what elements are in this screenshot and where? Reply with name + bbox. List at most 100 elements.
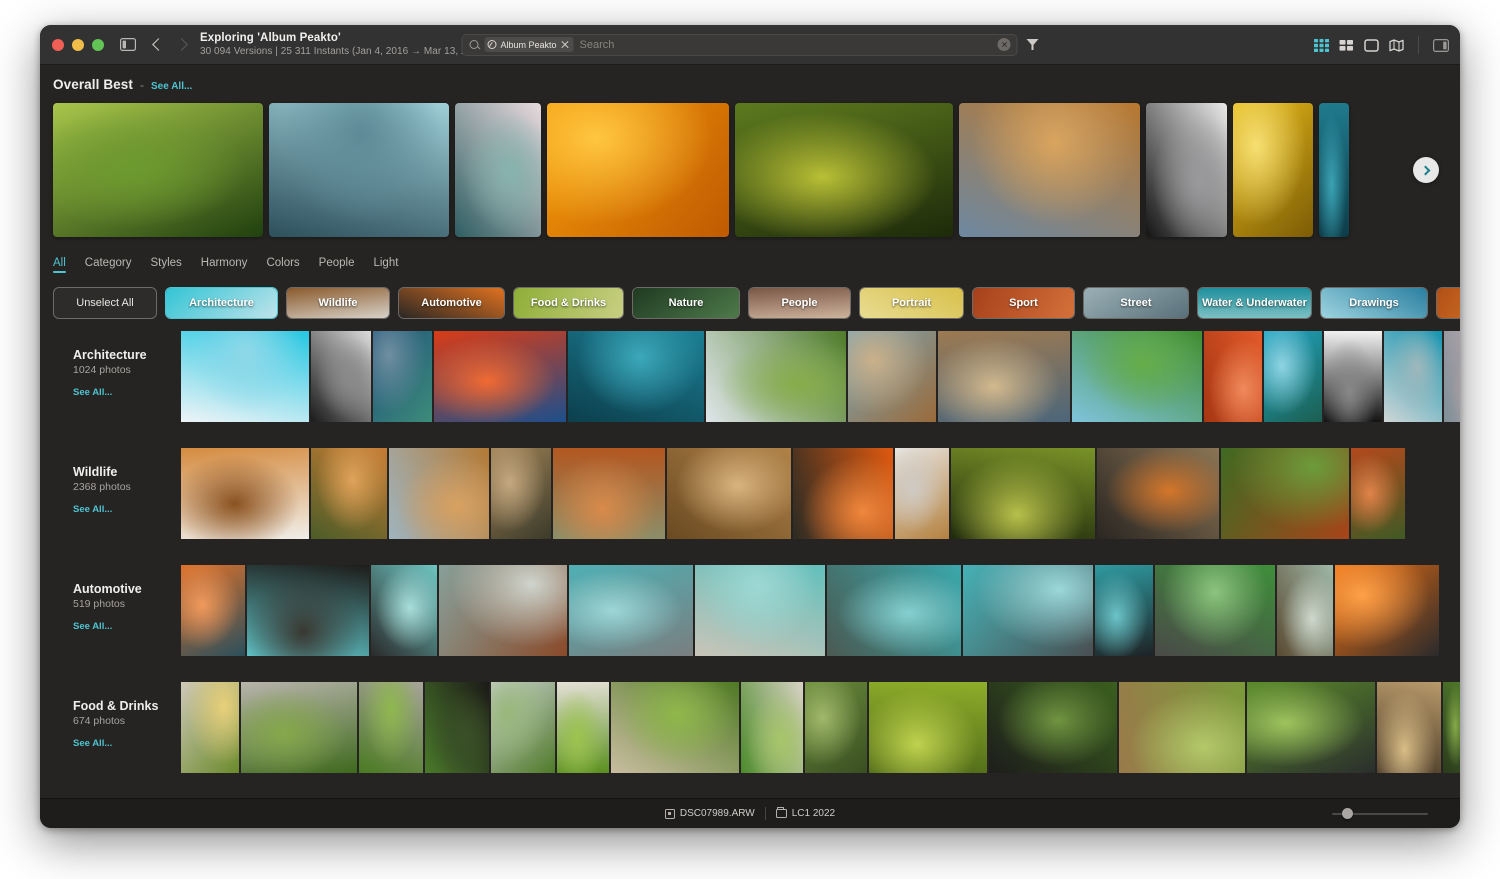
thumbnail-green-classic-car-garage[interactable] — [1155, 565, 1275, 656]
thumbnail-potatoes-in-net-bag[interactable] — [1377, 682, 1441, 773]
grid-large-icon[interactable] — [1339, 39, 1354, 52]
thumbnail-avocado-egg-toast[interactable] — [181, 682, 239, 773]
category-see-all-link[interactable]: See All... — [73, 387, 181, 398]
thumbnail-green-salad-bowl-table[interactable] — [241, 682, 357, 773]
thumbnail-cat-white-background[interactable] — [895, 448, 949, 539]
category-see-all-link[interactable]: See All... — [73, 504, 181, 515]
thumbnail-hand-seasoning-bowl[interactable] — [425, 682, 489, 773]
chip-food-drinks[interactable]: Food & Drinks — [513, 287, 624, 319]
thumbnail-size-slider[interactable] — [1332, 808, 1428, 820]
tab-all[interactable]: All — [53, 257, 66, 273]
thumbnail-bw-stacked-balconies[interactable] — [1324, 331, 1382, 422]
single-view-icon[interactable] — [1364, 39, 1379, 52]
category-thumbnail-strip[interactable] — [181, 682, 1460, 773]
overall-best-carousel[interactable] — [40, 100, 1460, 241]
thumbnail-turquoise-pickup-rear[interactable] — [827, 565, 961, 656]
category-thumbnail-strip[interactable] — [181, 331, 1460, 422]
search-input[interactable]: Album Peakto Search — [462, 34, 1018, 56]
remove-token-icon[interactable] — [561, 40, 570, 49]
chip-street[interactable]: Street — [1083, 287, 1189, 319]
chip-architecture[interactable]: Architecture — [165, 287, 278, 319]
clear-search-button[interactable] — [998, 38, 1011, 51]
thumbnail-red-fox-portrait[interactable] — [181, 448, 309, 539]
back-button[interactable] — [152, 38, 165, 51]
filter-icon[interactable] — [1027, 39, 1039, 50]
thumbnail-glass-pyramid-blue-sky[interactable] — [181, 331, 309, 422]
thumbnail-vintage-steering-wheel[interactable] — [1277, 565, 1333, 656]
chip-people[interactable]: People — [748, 287, 851, 319]
carousel-photo-starling-bird-branch[interactable] — [735, 103, 953, 237]
thumbnail-orange-vw-headlight[interactable] — [181, 565, 245, 656]
thumbnail-red-panda-bamboo[interactable] — [1221, 448, 1349, 539]
thumbnail-herbs-green[interactable] — [1443, 682, 1460, 773]
carousel-photo-dragonfly-on-yellow[interactable] — [1233, 103, 1313, 237]
thumbnail-classic-car-grille[interactable] — [963, 565, 1093, 656]
thumbnail-teal-car-hood-detail[interactable] — [371, 565, 437, 656]
minimize-window-button[interactable] — [72, 39, 84, 51]
category-see-all-link[interactable]: See All... — [73, 621, 181, 632]
chip-portrait[interactable]: Portrait — [859, 287, 964, 319]
carousel-photo-green-rolling-hills[interactable] — [53, 103, 263, 237]
carousel-photo-person-overlooking-lake[interactable] — [455, 103, 541, 237]
carousel-photo-toller-dog-portrait[interactable] — [959, 103, 1140, 237]
maximize-window-button[interactable] — [92, 39, 104, 51]
tab-colors[interactable]: Colors — [266, 257, 299, 273]
thumbnail-avocado-salad-spread[interactable] — [359, 682, 423, 773]
chip-automotive[interactable]: Automotive — [398, 287, 505, 319]
thumbnail-red-temple-gate[interactable] — [434, 331, 566, 422]
thumbnail-squirrel-autumn-leaves[interactable] — [667, 448, 791, 539]
thumbnail-orange-geometric-facade[interactable] — [1204, 331, 1262, 422]
carousel-photo-teal-building-edge[interactable] — [1319, 103, 1349, 237]
carousel-photo-mountain-lake-reflection[interactable] — [269, 103, 449, 237]
chip-wildlife[interactable]: Wildlife — [286, 287, 390, 319]
thumbnail-lime-mint-glass[interactable] — [741, 682, 803, 773]
sidebar-toggle-icon[interactable] — [120, 38, 136, 51]
chip-sport[interactable]: Sport — [972, 287, 1075, 319]
thumbnail-red-panda-tree[interactable] — [1351, 448, 1405, 539]
carousel-photo-white-staircase-architecture[interactable] — [1146, 103, 1227, 237]
thumbnail-broccoli-in-pan[interactable] — [989, 682, 1117, 773]
carousel-photo-orange-flower-macro[interactable] — [547, 103, 729, 237]
thumbnail-pagoda-blue-sky[interactable] — [1264, 331, 1322, 422]
thumbnail-toller-dog-wooden-wall[interactable] — [389, 448, 489, 539]
category-see-all-link[interactable]: See All... — [73, 738, 181, 749]
thumbnail-red-panda-branches[interactable] — [553, 448, 665, 539]
thumbnail-orange-bird-perched[interactable] — [793, 448, 893, 539]
slider-thumb[interactable] — [1342, 808, 1353, 819]
map-view-icon[interactable] — [1389, 39, 1404, 52]
thumbnail-asparagus-wooden-board[interactable] — [1119, 682, 1245, 773]
thumbnail-teal-car-dark-background[interactable] — [247, 565, 369, 656]
thumbnail-desert-sky-structure[interactable] — [848, 331, 936, 422]
thumbnail-teal-sports-coupe[interactable] — [1095, 565, 1153, 656]
chip-unselect-all[interactable]: Unselect All — [53, 287, 157, 319]
thumbnail-white-dome-teal-sky[interactable] — [1384, 331, 1442, 422]
thumbnail-green-facade-perspective[interactable] — [706, 331, 846, 422]
inspector-panel-icon[interactable] — [1433, 39, 1448, 52]
search-token-chip[interactable]: Album Peakto — [485, 37, 574, 52]
tab-light[interactable]: Light — [373, 257, 398, 273]
tab-harmony[interactable]: Harmony — [201, 257, 248, 273]
thumbnail-bird-yellow-branch[interactable] — [951, 448, 1095, 539]
tab-category[interactable]: Category — [85, 257, 132, 273]
tab-styles[interactable]: Styles — [150, 257, 181, 273]
grid-small-icon[interactable] — [1314, 39, 1329, 52]
thumbnail-historic-stone-building[interactable] — [938, 331, 1070, 422]
chip-water-underwater[interactable]: Water & Underwater — [1197, 287, 1312, 319]
thumbnail-orange-supercar-headlight[interactable] — [1335, 565, 1439, 656]
thumbnail-pink-apartment-block[interactable] — [1444, 331, 1460, 422]
thumbnail-fox-sitting-back[interactable] — [311, 448, 387, 539]
category-chip-row[interactable]: Unselect AllArchitectureWildlifeAutomoti… — [40, 275, 1460, 323]
thumbnail-vintage-pickup-truck[interactable] — [439, 565, 567, 656]
category-thumbnail-strip[interactable] — [181, 565, 1460, 656]
chip-abstract[interactable]: Abstract — [1436, 287, 1460, 319]
thumbnail-salad-bowl-wooden-table[interactable] — [611, 682, 739, 773]
thumbnail-classic-teal-sedan[interactable] — [569, 565, 693, 656]
forward-button[interactable] — [175, 38, 188, 51]
thumbnail-asparagus-dark-slate[interactable] — [1247, 682, 1375, 773]
thumbnail-church-towers-green-domes[interactable] — [373, 331, 432, 422]
thumbnail-green-roof-minimal[interactable] — [1072, 331, 1202, 422]
category-thumbnail-strip[interactable] — [181, 448, 1460, 539]
overall-best-see-all-link[interactable]: See All... — [151, 81, 192, 92]
chip-drawings[interactable]: Drawings — [1320, 287, 1428, 319]
thumbnail-green-plate-avocado[interactable] — [491, 682, 555, 773]
